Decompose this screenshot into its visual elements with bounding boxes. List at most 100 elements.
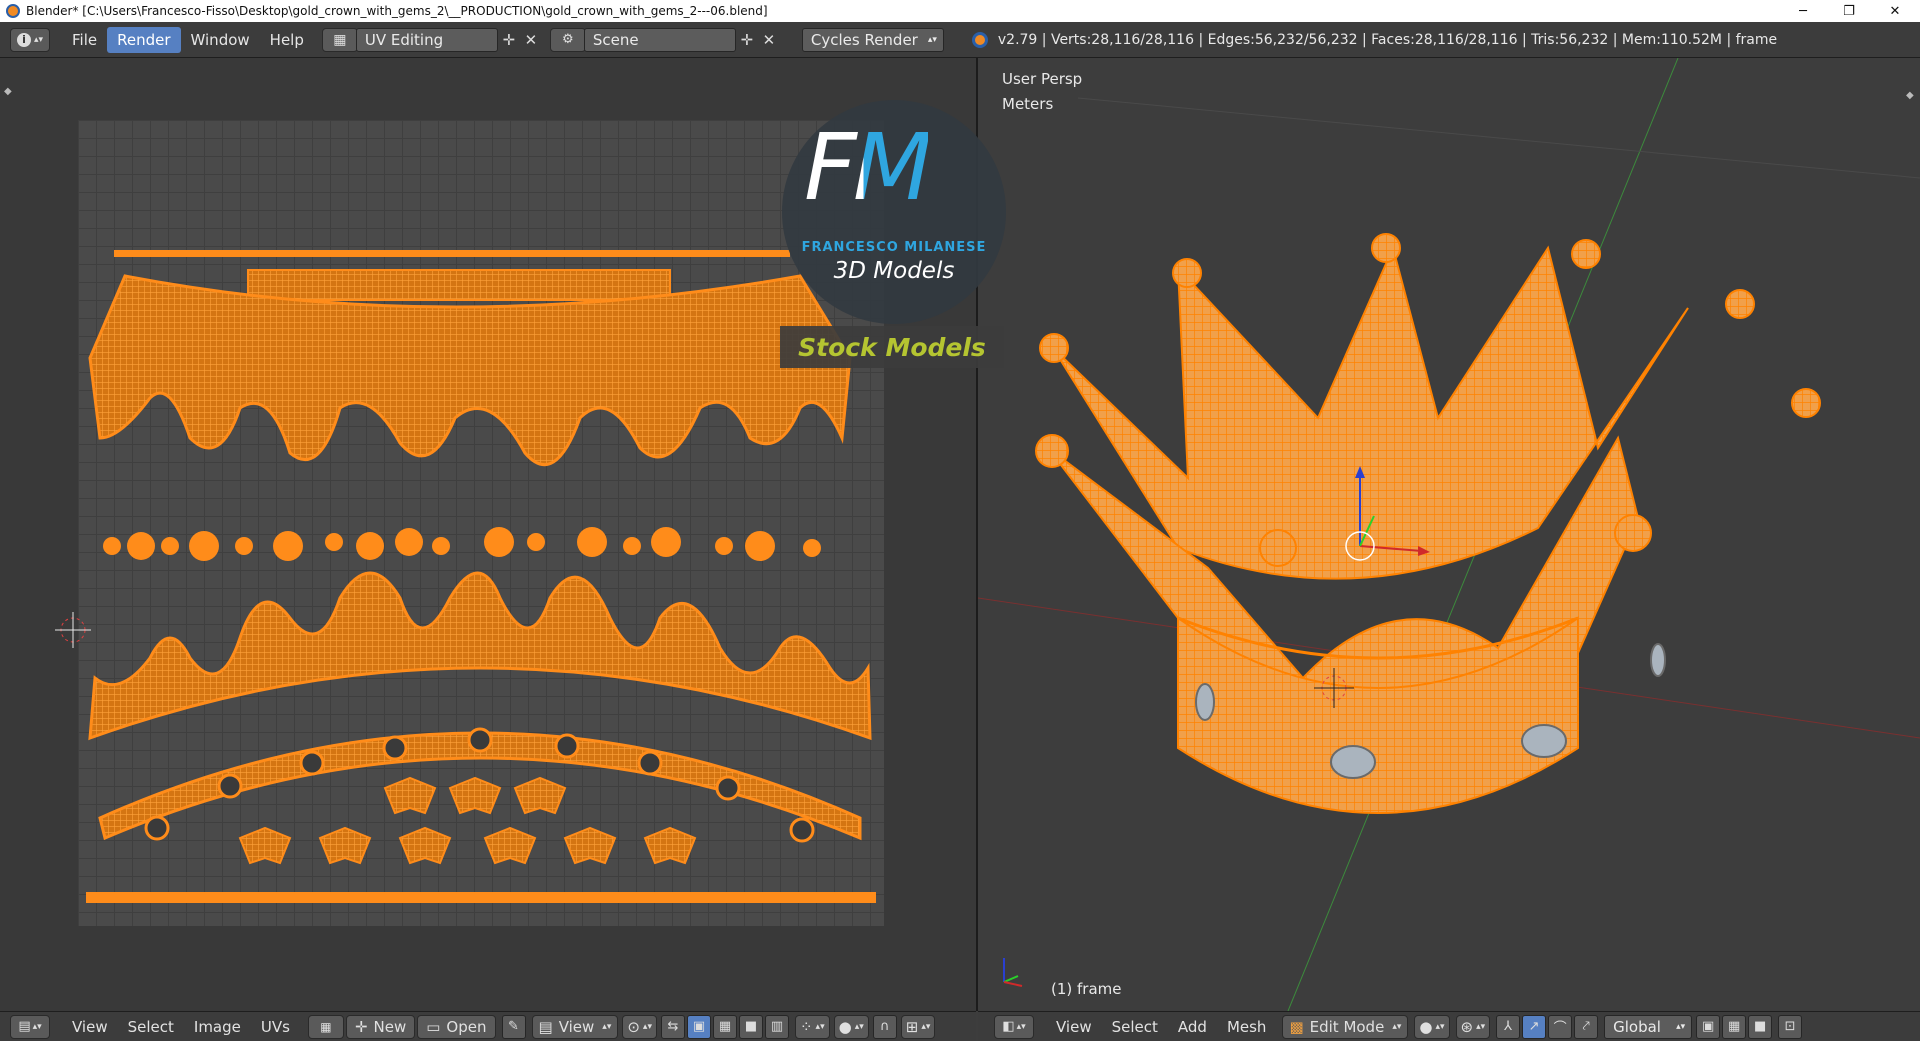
edit-mode-icon: ▩ bbox=[1289, 1017, 1304, 1036]
updown-arrows-icon: ▴▾ bbox=[642, 1021, 652, 1032]
manipulator-icon: ⅄ bbox=[1504, 1019, 1513, 1034]
remove-scene-button[interactable]: ✕ bbox=[758, 29, 780, 51]
uv-menu-image[interactable]: Image bbox=[184, 1018, 251, 1036]
face-select-mode-button[interactable]: ■ bbox=[1748, 1014, 1773, 1039]
uv-island-lower-crown bbox=[88, 571, 872, 741]
pin-icon: ✎ bbox=[508, 1019, 519, 1034]
updown-arrows-icon: ▴▾ bbox=[1435, 1021, 1445, 1032]
scene-button[interactable]: ⚙ bbox=[549, 27, 586, 52]
screen-layout-field[interactable]: UV Editing bbox=[355, 27, 498, 52]
screen-layout-button[interactable]: ▦ bbox=[321, 27, 358, 52]
rotate-manipulator-button[interactable]: ⌒ bbox=[1548, 1014, 1573, 1039]
remove-layout-button[interactable]: ✕ bbox=[520, 29, 542, 51]
edge-select-mode-button[interactable]: ▦ bbox=[1722, 1014, 1747, 1039]
folder-icon: ▭ bbox=[426, 1017, 441, 1036]
island-select-button[interactable]: ▥ bbox=[764, 1014, 789, 1039]
scene-name: Scene bbox=[592, 30, 639, 49]
3d-menu-add[interactable]: Add bbox=[1168, 1018, 1217, 1036]
rotate-icon: ⌒ bbox=[1553, 1021, 1567, 1036]
close-button[interactable]: ✕ bbox=[1872, 0, 1918, 22]
window-titlebar: Blender* [C:\Users\Francesco-Fisso\Deskt… bbox=[0, 0, 1920, 22]
viewport-panel-toggle-icon: ◆ bbox=[1906, 90, 1914, 101]
axis-orientation-icon bbox=[1003, 958, 1023, 987]
render-engine-select[interactable]: Cycles Render ▴▾ bbox=[801, 27, 944, 52]
image-browse-icon: ▦ bbox=[320, 1019, 332, 1034]
occlude-geometry-button[interactable]: ⊡ bbox=[1778, 1014, 1803, 1039]
face-select-icon: ■ bbox=[744, 1019, 758, 1034]
snap-button[interactable]: ∩ bbox=[872, 1014, 897, 1039]
cube-icon: ◧ bbox=[1002, 1019, 1015, 1034]
plus-icon: ✛ bbox=[502, 30, 516, 49]
snap-element-icon: ⊞ bbox=[905, 1017, 919, 1036]
uv-menu-uvs[interactable]: UVs bbox=[251, 1018, 300, 1036]
pin-image-button[interactable]: ✎ bbox=[501, 1014, 526, 1039]
add-scene-button[interactable]: ✛ bbox=[736, 29, 758, 51]
updown-arrows-icon: ▴▾ bbox=[927, 34, 937, 45]
uv-editor-type-button[interactable]: ▤ ▴▾ bbox=[10, 1014, 50, 1039]
uv-menu-select[interactable]: Select bbox=[118, 1018, 184, 1036]
uv-menu-view[interactable]: View bbox=[62, 1018, 118, 1036]
sticky-icon: ⁘ bbox=[799, 1017, 813, 1036]
sticky-select[interactable]: ⁘ ▴▾ bbox=[794, 1014, 830, 1039]
edge-mode-icon: ▦ bbox=[1727, 1019, 1741, 1034]
3d-pivot-select[interactable]: ⊛ ▴▾ bbox=[1455, 1014, 1491, 1039]
close-icon: ✕ bbox=[762, 30, 776, 49]
proportional-edit-select[interactable]: ● ▴▾ bbox=[833, 1014, 869, 1039]
image-browse-button[interactable]: ▦ bbox=[307, 1014, 344, 1039]
menu-window[interactable]: Window bbox=[181, 27, 260, 53]
editor-type-info-button[interactable]: i ▴▾ bbox=[10, 27, 50, 52]
3d-viewport[interactable]: User Persp Meters (1) frame ◆ bbox=[978, 58, 1920, 1011]
menu-file[interactable]: File bbox=[62, 27, 107, 53]
viewport-shading-select[interactable]: ● ▴▾ bbox=[1414, 1014, 1450, 1039]
uv-island-band bbox=[247, 269, 671, 301]
plus-icon: ✛ bbox=[354, 1017, 368, 1036]
sync-selection-button[interactable]: ⇆ bbox=[660, 1014, 685, 1039]
sync-icon: ⇆ bbox=[667, 1019, 679, 1034]
island-select-icon: ▥ bbox=[770, 1019, 784, 1034]
occlude-icon: ⊡ bbox=[1784, 1019, 1796, 1034]
3d-menu-select[interactable]: Select bbox=[1102, 1018, 1168, 1036]
face-select-button[interactable]: ■ bbox=[738, 1014, 763, 1039]
window-title: Blender* [C:\Users\Francesco-Fisso\Deskt… bbox=[26, 4, 768, 18]
maximize-button[interactable]: ❐ bbox=[1826, 0, 1872, 22]
manipulator-toggle[interactable]: ⅄ bbox=[1496, 1014, 1521, 1039]
open-image-button[interactable]: ▭ Open bbox=[417, 1014, 496, 1039]
3d-editor-type-button[interactable]: ◧ ▴▾ bbox=[994, 1014, 1034, 1039]
snap-element-select[interactable]: ⊞ ▴▾ bbox=[900, 1014, 936, 1039]
pivot-icon: ⊛ bbox=[1460, 1017, 1474, 1036]
close-icon: ✕ bbox=[524, 30, 538, 49]
uv-island-bottom-strip bbox=[86, 892, 876, 903]
updown-arrows-icon: ▴▾ bbox=[854, 1021, 864, 1032]
vertex-select-mode-button[interactable]: ▣ bbox=[1696, 1014, 1721, 1039]
updown-arrows-icon: ▴▾ bbox=[815, 1021, 825, 1032]
updown-arrows-icon: ▴▾ bbox=[602, 1021, 612, 1032]
scale-icon: ⤤ bbox=[1582, 1019, 1590, 1034]
uv-view-mode-select[interactable]: ▤ View ▴▾ bbox=[531, 1014, 619, 1039]
vertex-select-button[interactable]: ▣ bbox=[686, 1014, 711, 1039]
watermark-brand: FRANCESCO MILANESE bbox=[801, 240, 987, 255]
menu-render[interactable]: Render bbox=[107, 26, 181, 53]
new-image-label: New bbox=[373, 1017, 407, 1036]
info-icon: i bbox=[16, 32, 31, 47]
minimize-button[interactable]: ─ bbox=[1780, 0, 1826, 22]
open-image-label: Open bbox=[446, 1017, 487, 1036]
transform-orientation-select[interactable]: Global ▴▾ bbox=[1604, 1014, 1693, 1039]
menu-help[interactable]: Help bbox=[260, 27, 314, 53]
add-layout-button[interactable]: ✛ bbox=[498, 29, 520, 51]
pivot-select[interactable]: ⊙ ▴▾ bbox=[622, 1014, 657, 1039]
translate-manipulator-button[interactable]: ↗ bbox=[1522, 1014, 1547, 1039]
edge-select-button[interactable]: ▦ bbox=[712, 1014, 737, 1039]
interaction-mode-select[interactable]: ▩ Edit Mode ▴▾ bbox=[1282, 1014, 1409, 1039]
updown-arrows-icon: ▴▾ bbox=[1016, 1021, 1026, 1032]
proportional-icon: ● bbox=[838, 1017, 852, 1036]
new-image-button[interactable]: ✛ New bbox=[345, 1014, 416, 1039]
3d-menu-mesh[interactable]: Mesh bbox=[1217, 1018, 1277, 1036]
watermark-letters: FM bbox=[804, 114, 932, 221]
scale-manipulator-button[interactable]: ⤤ bbox=[1574, 1014, 1599, 1039]
uv-island-gems bbox=[103, 527, 821, 561]
3d-menu-view[interactable]: View bbox=[1046, 1018, 1102, 1036]
scene-field[interactable]: Scene bbox=[583, 27, 736, 52]
watermark-subtitle: 3D Models bbox=[833, 258, 955, 284]
updown-arrows-icon: ▴▾ bbox=[33, 34, 44, 45]
uv-editor-header: ▤ ▴▾ View Select Image UVs ▦ ✛ New ▭ Ope… bbox=[0, 1011, 976, 1041]
